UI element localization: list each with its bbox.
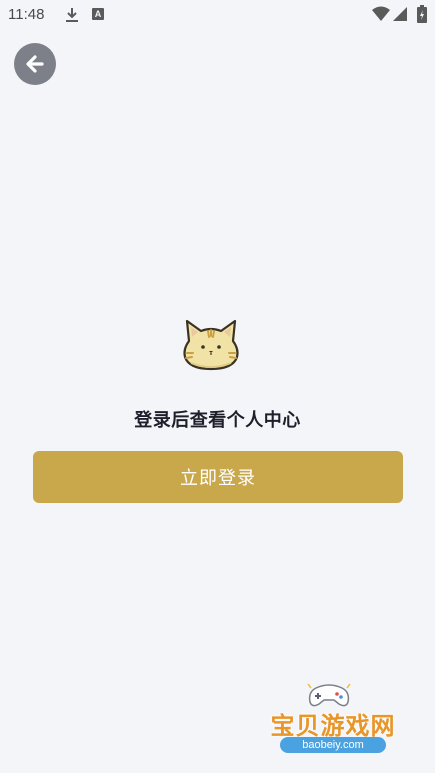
watermark: 宝贝游戏网 baobeiy.com bbox=[258, 680, 408, 760]
download-icon bbox=[66, 8, 78, 22]
watermark-name: 宝贝游戏网 bbox=[270, 712, 396, 740]
battery-icon bbox=[417, 5, 427, 23]
status-bar: 11:48 A bbox=[0, 0, 435, 30]
status-time: 11:48 bbox=[8, 6, 45, 23]
watermark-domain: baobeiy.com bbox=[280, 737, 386, 753]
login-button[interactable]: 立即登录 bbox=[33, 451, 403, 503]
login-prompt: 登录后查看个人中心 bbox=[134, 410, 301, 431]
cat-face-icon bbox=[183, 319, 239, 371]
back-button[interactable] bbox=[14, 43, 56, 85]
a-icon: A bbox=[92, 8, 104, 20]
signal-icon bbox=[393, 7, 407, 21]
arrow-left-icon bbox=[26, 55, 44, 73]
wifi-icon bbox=[372, 6, 390, 21]
